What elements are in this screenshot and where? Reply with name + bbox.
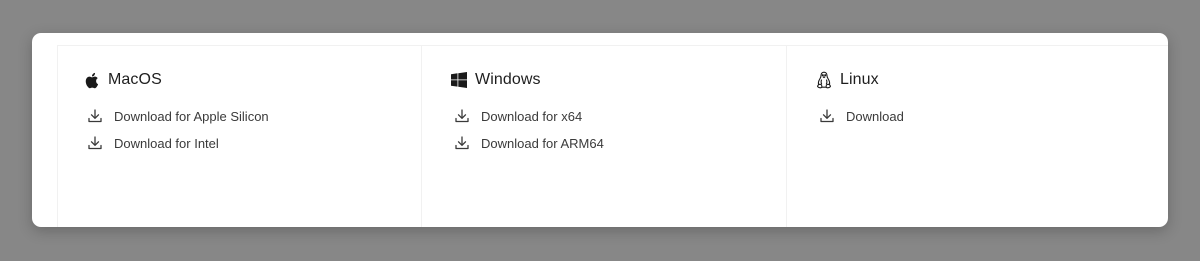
download-linux-label: Download	[846, 108, 904, 124]
linux-column: Linux Download	[816, 70, 904, 134]
download-x64-link[interactable]: Download for x64	[451, 107, 604, 125]
macos-title: MacOS	[108, 71, 162, 88]
macos-header: MacOS	[84, 70, 269, 90]
macos-column: MacOS Download for Apple Silicon Downloa…	[84, 70, 269, 161]
download-icon	[819, 108, 835, 124]
download-icon	[454, 108, 470, 124]
download-card: MacOS Download for Apple Silicon Downloa…	[32, 33, 1168, 227]
column-divider	[786, 45, 787, 227]
windows-header: Windows	[451, 70, 604, 90]
windows-column: Windows Download for x64 Download for AR…	[451, 70, 604, 161]
macos-links: Download for Apple Silicon Download for …	[84, 107, 269, 152]
download-icon	[87, 135, 103, 151]
download-arm64-link[interactable]: Download for ARM64	[451, 134, 604, 152]
linux-title: Linux	[840, 71, 879, 88]
download-arm64-label: Download for ARM64	[481, 135, 604, 151]
download-x64-label: Download for x64	[481, 108, 583, 124]
download-intel-label: Download for Intel	[114, 135, 219, 151]
column-divider	[421, 45, 422, 227]
apple-logo-icon	[84, 71, 102, 89]
windows-links: Download for x64 Download for ARM64	[451, 107, 604, 152]
download-apple-silicon-link[interactable]: Download for Apple Silicon	[84, 107, 269, 125]
linux-header: Linux	[816, 70, 904, 90]
download-icon	[87, 108, 103, 124]
windows-logo-icon	[451, 71, 469, 89]
linux-links: Download	[816, 107, 904, 125]
download-icon	[454, 135, 470, 151]
download-apple-silicon-label: Download for Apple Silicon	[114, 108, 269, 124]
windows-title: Windows	[475, 71, 541, 88]
download-linux-link[interactable]: Download	[816, 107, 904, 125]
linux-tux-icon	[816, 71, 834, 89]
download-intel-link[interactable]: Download for Intel	[84, 134, 269, 152]
